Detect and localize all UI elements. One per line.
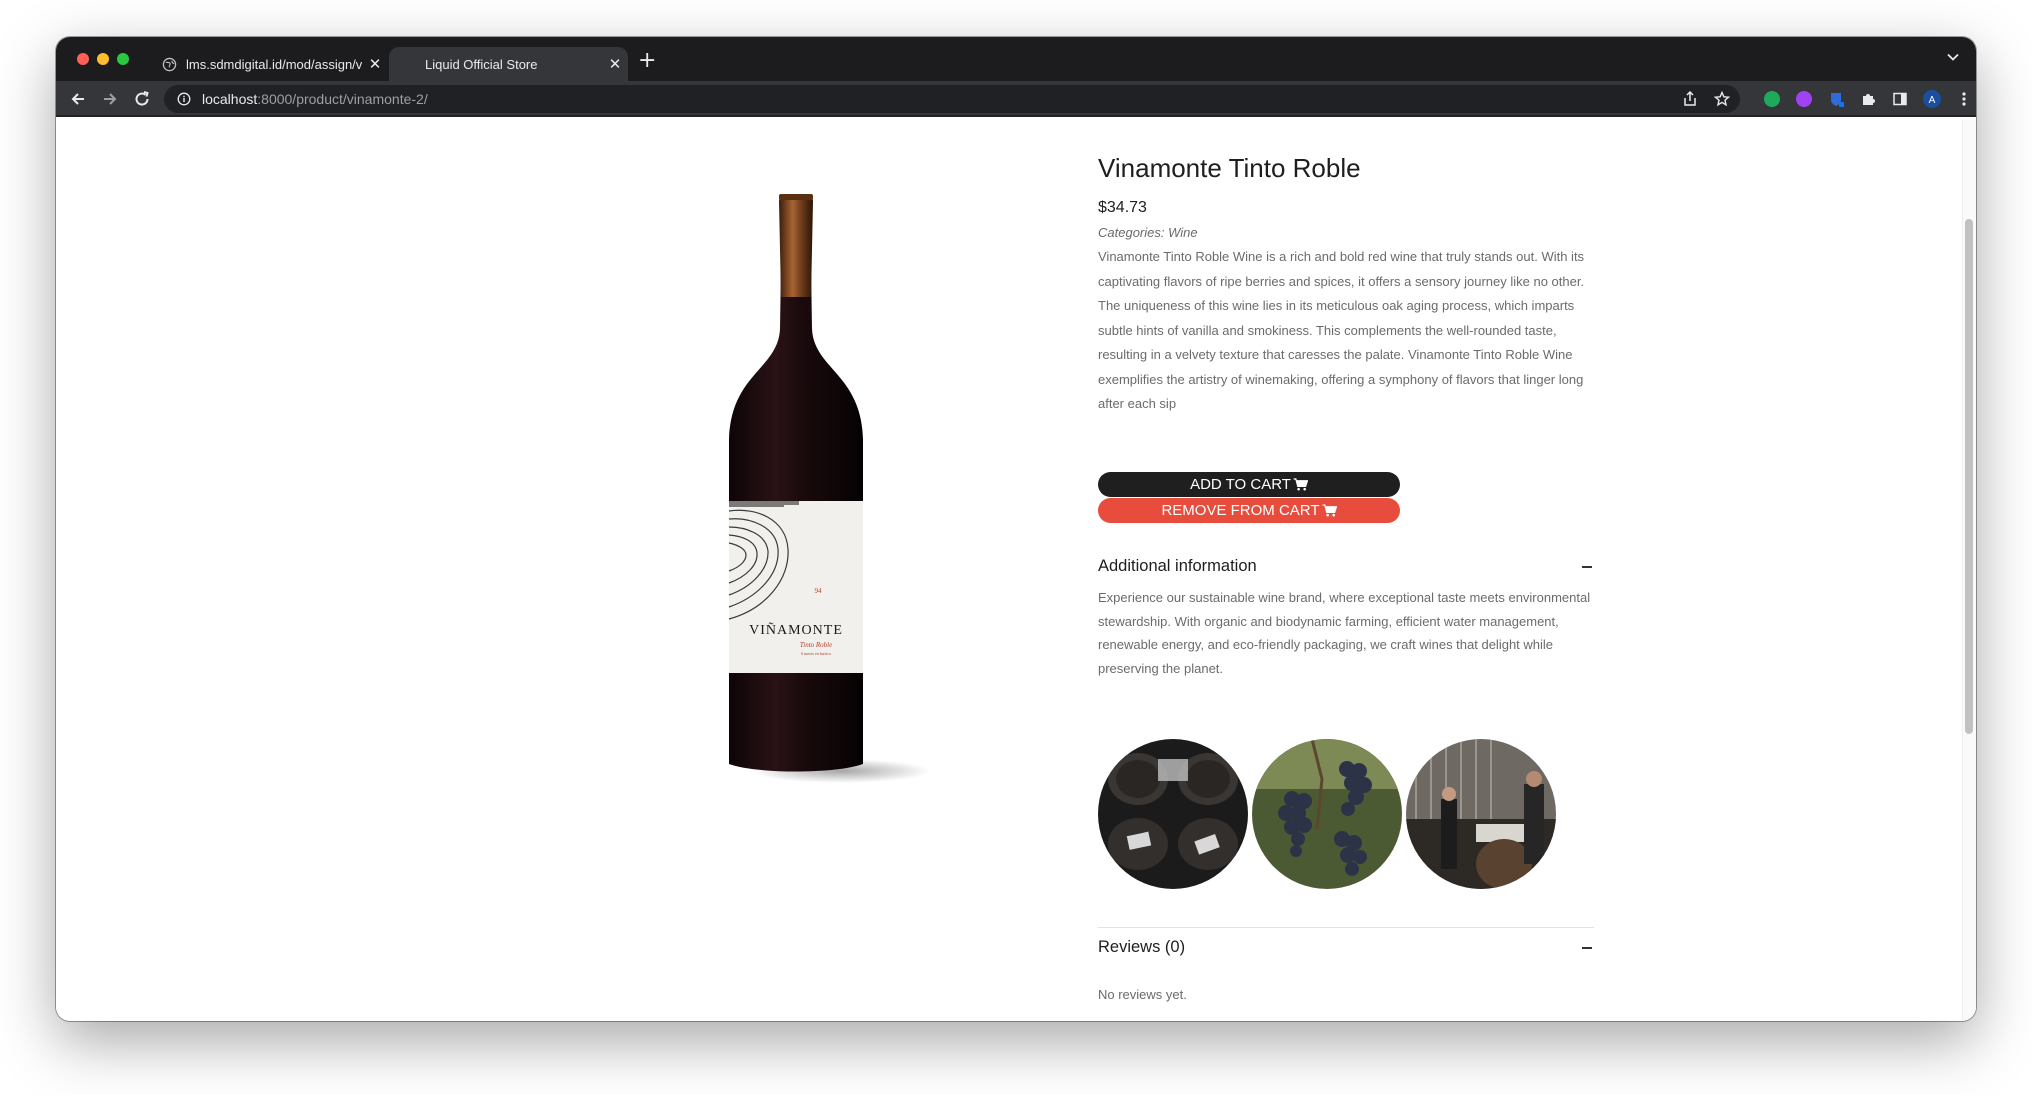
product-description: Vinamonte Tinto Roble Wine is a rich and… bbox=[1098, 249, 1585, 411]
remove-from-cart-button[interactable]: REMOVE FROM CART bbox=[1098, 498, 1400, 523]
browser-window: lms.sdmdigital.id/mod/assign/v ✕ Liquid … bbox=[56, 37, 1976, 1021]
tab-title: Liquid Official Store bbox=[425, 56, 538, 72]
minus-icon bbox=[1582, 946, 1592, 949]
product-price: $34.73 bbox=[1098, 199, 1147, 216]
scrollbar[interactable] bbox=[1962, 119, 1976, 1021]
svg-text:A: A bbox=[1929, 95, 1936, 106]
reviews-empty-text: No reviews yet. bbox=[1098, 987, 1187, 1002]
back-arrow-icon bbox=[71, 93, 84, 105]
additional-info-text: Experience our sustainable wine brand, w… bbox=[1098, 590, 1591, 676]
scrollbar-thumb[interactable] bbox=[1965, 219, 1973, 734]
extension-green-icon[interactable] bbox=[1760, 87, 1784, 111]
close-window-button[interactable] bbox=[77, 53, 89, 65]
additional-info-heading: Additional information bbox=[1098, 557, 1257, 575]
reviews-toggle[interactable]: Reviews (0) bbox=[1098, 938, 1594, 957]
product-title: Vinamonte Tinto Roble bbox=[1098, 153, 1361, 183]
close-icon[interactable]: ✕ bbox=[602, 55, 628, 73]
tab-strip: lms.sdmdigital.id/mod/assign/v ✕ Liquid … bbox=[56, 37, 1976, 81]
bottle-small: 6 meses en barrica bbox=[801, 651, 831, 656]
reload-button[interactable] bbox=[130, 87, 154, 111]
winery-image bbox=[1406, 739, 1556, 889]
minimize-window-button[interactable] bbox=[97, 53, 109, 65]
cart-icon bbox=[1322, 504, 1337, 517]
additional-info-toggle[interactable]: Additional information bbox=[1098, 557, 1594, 576]
product-categories: Categories: Wine bbox=[1098, 225, 1198, 240]
extension-shield-icon[interactable] bbox=[1824, 87, 1848, 111]
remove-from-cart-label: REMOVE FROM CART bbox=[1161, 502, 1320, 519]
tab-title: lms.sdmdigital.id/mod/assign/v bbox=[186, 56, 362, 72]
close-icon[interactable]: ✕ bbox=[362, 55, 388, 73]
maximize-window-button[interactable] bbox=[117, 53, 129, 65]
globe-icon bbox=[162, 57, 177, 71]
page-viewport: VIÑAMONTE Tinto Roble 6 meses en barrica… bbox=[56, 119, 1976, 1021]
reviews-heading: Reviews (0) bbox=[1098, 938, 1186, 956]
browser-toolbar: localhost:8000/product/vinamonte-2/ A bbox=[56, 81, 1976, 117]
forward-arrow-icon bbox=[104, 93, 117, 105]
bottle-brand: VIÑAMONTE bbox=[749, 622, 843, 638]
divider bbox=[1098, 927, 1594, 928]
profile-avatar-icon[interactable]: A bbox=[1920, 87, 1944, 111]
plus-icon[interactable]: + bbox=[638, 48, 656, 73]
address-bar[interactable]: localhost:8000/product/vinamonte-2/ bbox=[164, 85, 1740, 113]
reload-icon bbox=[135, 91, 149, 106]
bottle-sub: Tinto Roble bbox=[800, 641, 832, 649]
url-path: :8000/product/vinamonte-2/ bbox=[257, 91, 428, 107]
sidepanel-icon[interactable] bbox=[1888, 87, 1912, 111]
bottle-mark: 94 bbox=[815, 587, 823, 595]
add-to-cart-label: ADD TO CART bbox=[1190, 476, 1291, 493]
tab-liquid-store[interactable]: Liquid Official Store ✕ bbox=[389, 47, 628, 81]
info-icon[interactable] bbox=[170, 92, 198, 106]
product-image: VIÑAMONTE Tinto Roble 6 meses en barrica… bbox=[696, 189, 936, 789]
cart-icon bbox=[1293, 478, 1308, 491]
back-button[interactable] bbox=[66, 87, 90, 111]
extension-purple-icon[interactable] bbox=[1792, 87, 1816, 111]
barrels-image bbox=[1098, 739, 1248, 889]
star-icon[interactable] bbox=[1710, 87, 1734, 111]
chevron-down-icon[interactable] bbox=[1946, 50, 1960, 64]
url-host: localhost bbox=[202, 91, 258, 107]
grapes-image bbox=[1252, 739, 1402, 889]
add-to-cart-button[interactable]: ADD TO CART bbox=[1098, 472, 1400, 497]
puzzle-icon[interactable] bbox=[1856, 87, 1880, 111]
tab-lms[interactable]: lms.sdmdigital.id/mod/assign/v ✕ bbox=[152, 47, 388, 81]
share-icon[interactable] bbox=[1678, 87, 1702, 111]
forward-button[interactable] bbox=[98, 87, 122, 111]
minus-icon bbox=[1582, 565, 1592, 568]
kebab-menu-icon[interactable] bbox=[1952, 87, 1976, 111]
